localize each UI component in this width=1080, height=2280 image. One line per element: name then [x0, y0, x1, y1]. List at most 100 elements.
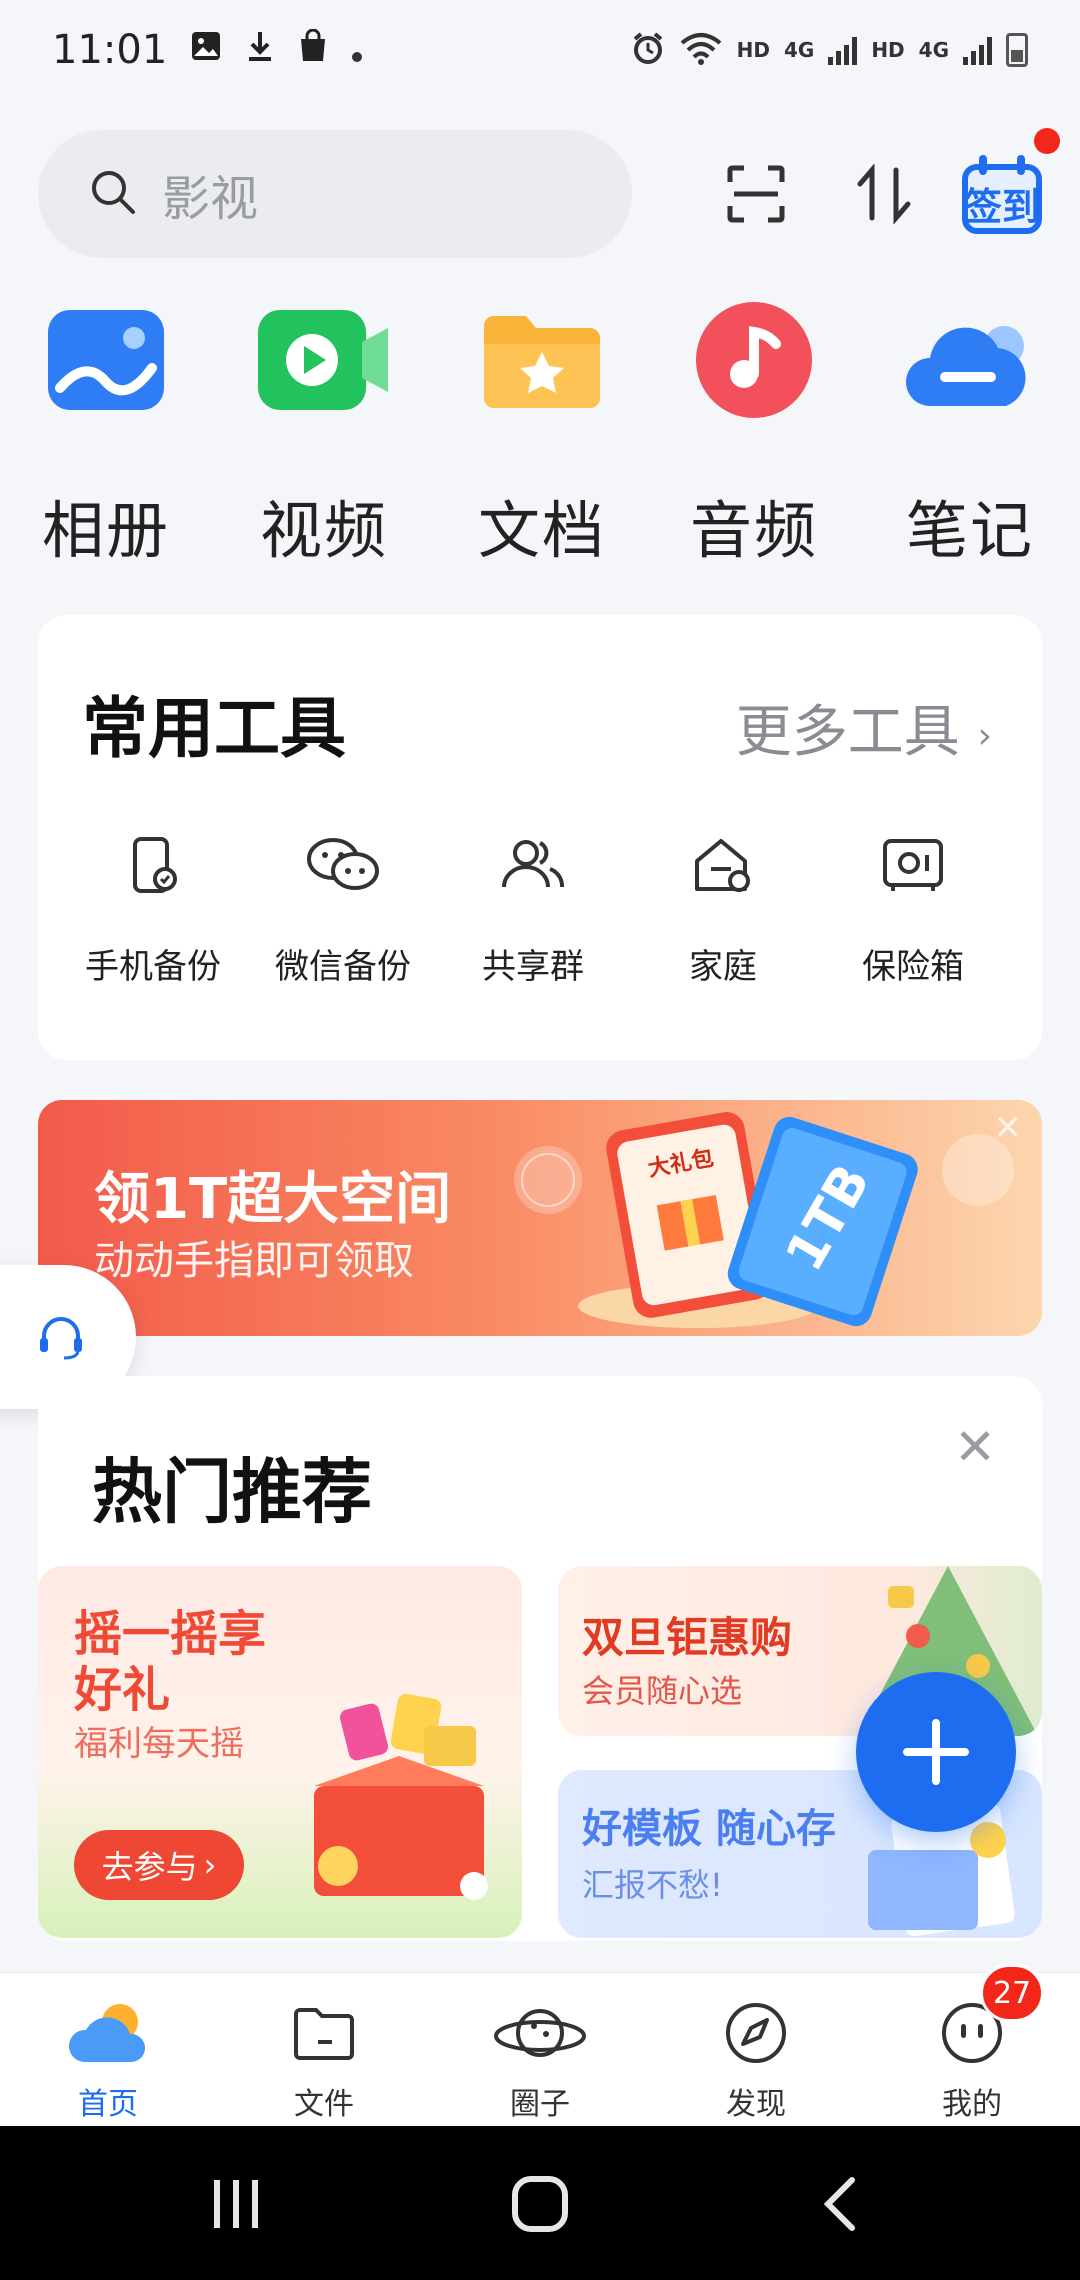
promo-template-subtitle: 汇报不愁!	[582, 1866, 723, 1904]
wifi-icon	[679, 31, 723, 70]
close-icon[interactable]: ✕	[954, 1418, 996, 1476]
music-note-icon	[696, 302, 812, 418]
folder-icon	[294, 2008, 354, 2060]
banner-subtitle: 动动手指即可领取	[94, 1238, 414, 1284]
category-docs[interactable]: 文档	[452, 300, 632, 567]
video-icon	[258, 310, 388, 410]
hot-recommend-card: 热门推荐 ✕ 摇一摇享好礼 福利每天摇 去参与 › 双旦钜惠购 会员随心选 好模…	[38, 1376, 1042, 1941]
search-bar[interactable]: 影视	[38, 130, 632, 258]
photo-album-icon	[48, 310, 164, 410]
nav-circle[interactable]: 圈子	[450, 1991, 630, 2123]
join-button[interactable]: 去参与 ›	[74, 1830, 244, 1900]
safe-box-icon	[883, 839, 943, 891]
nav-label: 文件	[294, 2087, 354, 2122]
sign-in-button[interactable]: 签到	[952, 150, 1052, 238]
battery-icon	[1006, 33, 1028, 67]
category-label: 相册	[41, 494, 170, 567]
signal-icon	[828, 35, 858, 65]
status-bar: 11:01 HD 4G HD 4G	[0, 0, 1080, 100]
category-label: 笔记	[905, 494, 1034, 567]
banner-close-icon[interactable]: ✕	[994, 1108, 1023, 1148]
nav-home[interactable]: 首页	[18, 1991, 198, 2123]
unread-badge: 27	[980, 1964, 1045, 2022]
network-label-1: 4G	[783, 38, 815, 62]
category-label: 文档	[477, 494, 606, 567]
search-icon	[88, 167, 138, 221]
search-placeholder: 影视	[162, 171, 259, 227]
headset-icon	[40, 1317, 82, 1360]
nav-files[interactable]: 文件	[234, 1991, 414, 2123]
cloud-note-icon	[906, 326, 1026, 406]
nav-label: 圈子	[510, 2087, 570, 2122]
tools-title: 常用工具	[82, 690, 346, 767]
signal-icon-2	[963, 35, 992, 65]
gallery-notification-icon	[189, 27, 223, 73]
network-label-2: 4G	[918, 38, 949, 62]
compass-icon	[726, 2003, 786, 2063]
nav-label: 发现	[726, 2087, 786, 2122]
category-photos[interactable]: 相册	[16, 300, 196, 567]
family-home-icon	[695, 839, 750, 892]
promo-holiday-title: 双旦钜惠购	[582, 1613, 793, 1662]
banner-title: 领1T超大空间	[94, 1167, 452, 1232]
shopping-bag-notification-icon	[297, 27, 329, 73]
tool-label: 共享群	[482, 947, 584, 987]
promo-banner-1tb[interactable]: 领1T超大空间 动动手指即可领取 大礼包 1TB ✕	[38, 1100, 1042, 1336]
scan-button[interactable]	[712, 150, 800, 238]
promo-template-title: 好模板 随心存	[582, 1806, 836, 1852]
category-label: 音频	[689, 494, 818, 567]
banner-illustration: 大礼包 1TB	[514, 1112, 1014, 1328]
more-tools-label: 更多工具	[735, 700, 960, 765]
promo-shake-title: 摇一摇享好礼	[74, 1606, 267, 1718]
back-icon[interactable]	[812, 2174, 872, 2234]
phone-backup-icon	[133, 837, 177, 893]
tool-family[interactable]: 家庭	[628, 835, 818, 988]
download-notification-icon	[245, 27, 275, 73]
category-video[interactable]: 视频	[234, 300, 414, 567]
tool-wechat-backup[interactable]: 微信备份	[248, 835, 438, 988]
tool-safe-box[interactable]: 保险箱	[818, 835, 1008, 988]
tool-label: 保险箱	[862, 947, 964, 987]
join-button-label: 去参与	[101, 1848, 198, 1886]
category-notes[interactable]: 笔记	[880, 300, 1060, 567]
hd-label-1: HD	[736, 38, 770, 62]
status-time: 11:01	[52, 27, 168, 73]
more-tools-link[interactable]: 更多工具 ›	[736, 687, 992, 768]
bottom-navigation: 首页 文件 圈子 发现 我的	[0, 1972, 1080, 2126]
sign-in-label: 签到	[964, 185, 1041, 229]
document-folder-icon	[484, 316, 600, 408]
transfer-button[interactable]	[840, 150, 928, 238]
tool-share-group[interactable]: 共享群	[438, 835, 628, 988]
chevron-right-icon: ›	[977, 715, 992, 757]
category-audio[interactable]: 音频	[664, 300, 844, 567]
nav-discover[interactable]: 发现	[666, 1991, 846, 2123]
gift-box-illustration	[314, 1693, 488, 1900]
add-button[interactable]	[856, 1672, 1016, 1832]
wechat-backup-icon	[307, 838, 379, 890]
home-cloud-sun-icon	[68, 2004, 146, 2062]
category-label: 视频	[259, 494, 388, 567]
nav-label: 我的	[942, 2087, 1002, 2122]
recent-apps-icon[interactable]	[206, 2174, 266, 2234]
system-navigation-bar	[0, 2126, 1080, 2280]
tool-phone-backup[interactable]: 手机备份	[58, 835, 248, 988]
notification-dot	[1034, 128, 1060, 154]
chevron-right-icon: ›	[203, 1846, 217, 1884]
tool-label: 手机备份	[85, 947, 221, 987]
alarm-icon	[631, 31, 665, 70]
planet-icon	[494, 2009, 586, 2057]
tool-label: 家庭	[689, 947, 757, 987]
hot-title: 热门推荐	[92, 1451, 372, 1533]
promo-shake[interactable]: 摇一摇享好礼 福利每天摇 去参与 ›	[38, 1566, 522, 1938]
scan-icon	[727, 165, 785, 223]
common-tools-card: 常用工具 更多工具 › 手机备份 微信备份 共享群 家庭 保险箱	[38, 615, 1042, 1060]
nav-label: 首页	[78, 2087, 138, 2122]
promo-shake-subtitle: 福利每天摇	[74, 1724, 244, 1764]
transfer-icon	[857, 164, 911, 224]
plus-icon	[903, 1719, 969, 1785]
promo-holiday-subtitle: 会员随心选	[582, 1672, 743, 1710]
share-group-icon	[502, 840, 564, 888]
home-icon[interactable]	[510, 2174, 570, 2234]
tool-label: 微信备份	[275, 947, 411, 987]
hd-label-2: HD	[871, 38, 905, 62]
